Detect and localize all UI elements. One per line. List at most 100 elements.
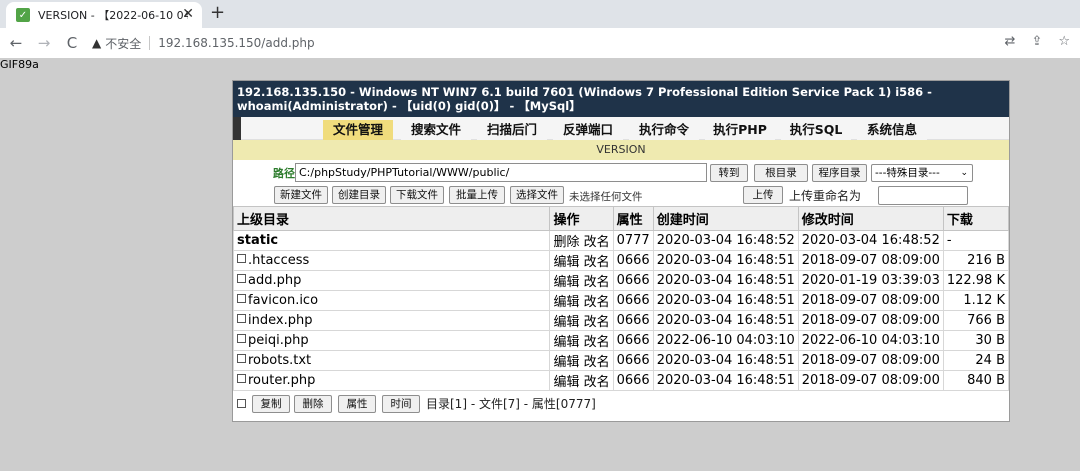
- menu-system-info[interactable]: 系统信息: [857, 120, 927, 140]
- permission-cell[interactable]: 0666: [612, 330, 654, 351]
- menu-reverse-port[interactable]: 反弹端口: [553, 120, 623, 140]
- select-all-checkbox[interactable]: [237, 399, 246, 408]
- file-name-link[interactable]: add.php: [248, 273, 301, 288]
- path-input[interactable]: [295, 163, 707, 182]
- size-cell[interactable]: 24 B: [942, 350, 1010, 371]
- file-name-link[interactable]: robots.txt: [248, 353, 311, 368]
- copy-button[interactable]: 复制: [252, 395, 290, 413]
- modified-time-cell[interactable]: 2020-03-04 16:48:52: [797, 230, 944, 251]
- upload-button[interactable]: 上传: [743, 186, 783, 204]
- delete-button[interactable]: 删除: [294, 395, 332, 413]
- permission-cell[interactable]: 0666: [612, 290, 654, 311]
- menu-exec-sql[interactable]: 执行SQL: [781, 120, 851, 140]
- column-header-parent-dir[interactable]: 上级目录: [232, 206, 551, 231]
- permission-cell[interactable]: 0666: [612, 370, 654, 391]
- row-actions-cell[interactable]: 编辑 改名: [549, 370, 614, 391]
- tab-title: VERSION - 【2022-06-10 04:2: [38, 9, 188, 22]
- file-name-link[interactable]: peiqi.php: [248, 333, 309, 348]
- go-button[interactable]: 转到: [710, 164, 748, 182]
- bookmark-star-icon[interactable]: ☆: [1058, 34, 1070, 49]
- translate-icon[interactable]: ⇄: [1005, 34, 1016, 49]
- upload-rename-label: 上传重命名为: [789, 189, 862, 203]
- upload-rename-input[interactable]: [878, 186, 968, 205]
- menu-exec-command[interactable]: 执行命令: [629, 120, 699, 140]
- page-prefix-text: GIF89a: [0, 58, 39, 71]
- row-actions-cell[interactable]: 编辑 改名: [549, 290, 614, 311]
- menu-search-files[interactable]: 搜索文件: [401, 120, 471, 140]
- file-name-cell[interactable]: index.php: [232, 310, 551, 331]
- attributes-button[interactable]: 属性: [338, 395, 376, 413]
- permission-cell[interactable]: 0666: [612, 270, 654, 291]
- size-cell[interactable]: -: [942, 230, 1010, 251]
- row-checkbox[interactable]: [237, 294, 246, 303]
- size-cell[interactable]: 122.98 K: [942, 270, 1010, 291]
- size-cell[interactable]: 1.12 K: [942, 290, 1010, 311]
- row-checkbox[interactable]: [237, 374, 246, 383]
- modified-time-cell[interactable]: 2018-09-07 08:09:00: [797, 250, 944, 271]
- reload-button[interactable]: C: [58, 34, 86, 52]
- file-name-cell[interactable]: add.php: [232, 270, 551, 291]
- permission-cell[interactable]: 0666: [612, 250, 654, 271]
- menu-exec-php[interactable]: 执行PHP: [705, 120, 775, 140]
- modified-time-cell[interactable]: 2018-09-07 08:09:00: [797, 370, 944, 391]
- batch-upload-button[interactable]: 批量上传: [449, 186, 505, 204]
- file-name-cell[interactable]: peiqi.php: [232, 330, 551, 351]
- root-dir-button[interactable]: 根目录: [754, 164, 808, 182]
- forward-button[interactable]: →: [30, 34, 58, 52]
- size-cell[interactable]: 30 B: [942, 330, 1010, 351]
- share-icon[interactable]: ⇪: [1031, 34, 1042, 49]
- back-button[interactable]: ←: [2, 34, 30, 52]
- permission-cell[interactable]: 0666: [612, 350, 654, 371]
- size-cell[interactable]: 840 B: [942, 370, 1010, 391]
- file-name-cell[interactable]: router.php: [232, 370, 551, 391]
- modified-time-cell[interactable]: 2018-09-07 08:09:00: [797, 350, 944, 371]
- file-name-link[interactable]: router.php: [248, 373, 315, 388]
- tab-close-icon[interactable]: ✕: [182, 6, 194, 22]
- row-checkbox[interactable]: [237, 254, 246, 263]
- row-actions-cell[interactable]: 编辑 改名: [549, 250, 614, 271]
- file-name-cell[interactable]: favicon.ico: [232, 290, 551, 311]
- modified-time-cell[interactable]: 2020-01-19 03:39:03: [797, 270, 944, 291]
- row-actions-cell[interactable]: 编辑 改名: [549, 270, 614, 291]
- download-file-button[interactable]: 下载文件: [390, 186, 444, 204]
- size-cell[interactable]: 766 B: [942, 310, 1010, 331]
- row-actions-cell[interactable]: 编辑 改名: [549, 310, 614, 331]
- insecure-label[interactable]: 不安全: [105, 35, 141, 52]
- browser-tab[interactable]: ✓ VERSION - 【2022-06-10 04:2 ✕: [6, 2, 202, 28]
- file-name-cell[interactable]: robots.txt: [232, 350, 551, 371]
- file-name-link[interactable]: favicon.ico: [248, 293, 318, 308]
- created-time-cell: 2020-03-04 16:48:51: [652, 250, 799, 271]
- row-checkbox[interactable]: [237, 274, 246, 283]
- row-actions-cell[interactable]: 删除 改名: [549, 230, 614, 251]
- program-dir-button[interactable]: 程序目录: [812, 164, 867, 182]
- modified-time-cell[interactable]: 2018-09-07 08:09:00: [797, 310, 944, 331]
- file-name-cell[interactable]: .htaccess: [232, 250, 551, 271]
- modified-time-cell[interactable]: 2022-06-10 04:03:10: [797, 330, 944, 351]
- new-tab-button[interactable]: +: [210, 2, 225, 23]
- row-checkbox[interactable]: [237, 334, 246, 343]
- address-bar: ← → C ▲ 不安全 192.168.135.150/add.php ⇄ ⇪ …: [0, 28, 1080, 58]
- url-text[interactable]: 192.168.135.150/add.php: [158, 36, 314, 50]
- menu-file-manager[interactable]: 文件管理: [323, 120, 393, 140]
- menu-scan-backdoor[interactable]: 扫描后门: [477, 120, 547, 140]
- row-checkbox[interactable]: [237, 314, 246, 323]
- new-file-button[interactable]: 新建文件: [274, 186, 328, 204]
- time-button[interactable]: 时间: [382, 395, 420, 413]
- row-actions-cell[interactable]: 编辑 改名: [549, 330, 614, 351]
- create-dir-button[interactable]: 创建目录: [332, 186, 386, 204]
- path-label: 路径: [273, 167, 295, 180]
- row-actions-cell[interactable]: 编辑 改名: [549, 350, 614, 371]
- table-row: peiqi.php 编辑 改名 0666 2022-06-10 04:03:10 202…: [232, 330, 1010, 351]
- file-name-link[interactable]: .htaccess: [248, 253, 309, 268]
- special-dir-select[interactable]: ---特殊目录--- ⌄: [871, 164, 973, 182]
- choose-file-button[interactable]: 选择文件: [510, 186, 564, 204]
- permission-cell[interactable]: 0777: [612, 230, 654, 251]
- file-name-link[interactable]: static: [237, 233, 278, 248]
- row-checkbox[interactable]: [237, 354, 246, 363]
- file-name-cell[interactable]: static: [232, 230, 551, 251]
- permission-cell[interactable]: 0666: [612, 310, 654, 331]
- file-name-link[interactable]: index.php: [248, 313, 312, 328]
- size-cell[interactable]: 216 B: [942, 250, 1010, 271]
- omnibox[interactable]: ▲ 不安全 192.168.135.150/add.php: [92, 31, 315, 55]
- modified-time-cell[interactable]: 2018-09-07 08:09:00: [797, 290, 944, 311]
